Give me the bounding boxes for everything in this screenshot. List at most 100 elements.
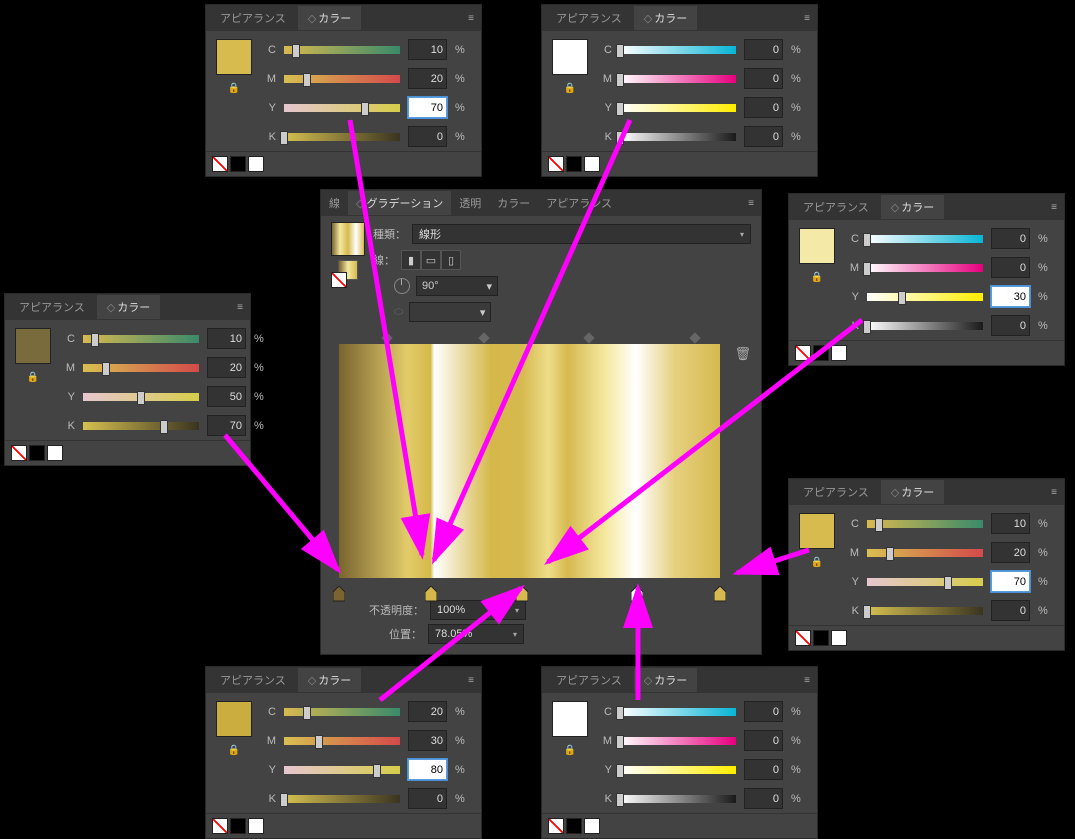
tab-transparency[interactable]: 透明: [451, 191, 489, 215]
value-K[interactable]: [408, 788, 447, 809]
panel-menu-icon[interactable]: ≡: [237, 302, 244, 313]
slider-C[interactable]: [284, 708, 400, 716]
fill-swatch[interactable]: [552, 701, 588, 737]
slider-Y[interactable]: [620, 766, 736, 774]
slider-M[interactable]: [867, 549, 983, 557]
slider-C[interactable]: [620, 46, 736, 54]
slider-M[interactable]: [284, 75, 400, 83]
value-K[interactable]: [991, 600, 1030, 621]
fill-swatch[interactable]: [799, 513, 835, 549]
slider-Y[interactable]: [284, 104, 400, 112]
gradient-stop-1[interactable]: [425, 586, 437, 600]
tab-appearance[interactable]: アピアランス: [793, 480, 879, 504]
value-C[interactable]: [991, 513, 1030, 534]
black-swatch[interactable]: [29, 445, 45, 461]
slider-Y[interactable]: [620, 104, 736, 112]
black-swatch[interactable]: [566, 156, 582, 172]
none-swatch[interactable]: [11, 445, 27, 461]
value-K[interactable]: [408, 126, 447, 147]
slider-Y[interactable]: [867, 578, 983, 586]
tab-appearance[interactable]: アピアランス: [9, 295, 95, 319]
slider-Y[interactable]: [83, 393, 199, 401]
stroke-mode-1[interactable]: ▮: [401, 250, 421, 270]
value-M[interactable]: [408, 68, 447, 89]
value-Y[interactable]: [744, 97, 783, 118]
slider-M[interactable]: [620, 75, 736, 83]
tab-appearance[interactable]: アピアランス: [793, 195, 879, 219]
tab-appearance[interactable]: アピアランス: [210, 6, 296, 30]
black-swatch[interactable]: [813, 630, 829, 646]
black-swatch[interactable]: [230, 156, 246, 172]
fill-swatch[interactable]: [552, 39, 588, 75]
value-C[interactable]: [408, 701, 447, 722]
none-swatch[interactable]: [212, 818, 228, 834]
value-K[interactable]: [207, 415, 246, 436]
tab-appearance[interactable]: アピアランス: [546, 6, 632, 30]
gradient-ramp[interactable]: [339, 344, 720, 578]
panel-menu-icon[interactable]: ≡: [468, 13, 475, 24]
value-C[interactable]: [744, 39, 783, 60]
fill-swatch[interactable]: [15, 328, 51, 364]
none-swatch[interactable]: [548, 156, 564, 172]
none-swatch[interactable]: [212, 156, 228, 172]
aspect-select[interactable]: ▾: [409, 302, 491, 322]
panel-menu-icon[interactable]: ≡: [468, 675, 475, 686]
black-swatch[interactable]: [230, 818, 246, 834]
slider-C[interactable]: [83, 335, 199, 343]
white-swatch[interactable]: [248, 156, 264, 172]
tab-color[interactable]: カラー: [489, 191, 538, 215]
value-Y[interactable]: [408, 97, 447, 118]
slider-K[interactable]: [284, 795, 400, 803]
slider-K[interactable]: [83, 422, 199, 430]
value-Y[interactable]: [207, 386, 246, 407]
slider-M[interactable]: [284, 737, 400, 745]
stroke-mode-2[interactable]: ▭: [421, 250, 441, 270]
value-C[interactable]: [744, 701, 783, 722]
slider-K[interactable]: [284, 133, 400, 141]
value-M[interactable]: [744, 68, 783, 89]
slider-K[interactable]: [867, 607, 983, 615]
gradient-stop-3[interactable]: [631, 586, 643, 600]
midpoint-2[interactable]: [479, 332, 490, 343]
none-swatch[interactable]: [548, 818, 564, 834]
value-M[interactable]: [408, 730, 447, 751]
white-swatch[interactable]: [47, 445, 63, 461]
white-swatch[interactable]: [248, 818, 264, 834]
gradient-stop-4[interactable]: [714, 586, 726, 600]
tab-color[interactable]: ◇カラー: [298, 6, 361, 30]
tab-stroke[interactable]: 線: [321, 191, 348, 215]
value-M[interactable]: [744, 730, 783, 751]
panel-menu-icon[interactable]: ≡: [1051, 487, 1058, 498]
black-swatch[interactable]: [813, 345, 829, 361]
white-swatch[interactable]: [584, 156, 600, 172]
gradient-preview-swatch[interactable]: [331, 222, 365, 256]
tab-color[interactable]: ◇カラー: [634, 668, 697, 692]
fill-swatch[interactable]: [216, 39, 252, 75]
value-C[interactable]: [408, 39, 447, 60]
white-swatch[interactable]: [831, 345, 847, 361]
none-swatch[interactable]: [795, 630, 811, 646]
slider-K[interactable]: [867, 322, 983, 330]
slider-M[interactable]: [867, 264, 983, 272]
slider-C[interactable]: [284, 46, 400, 54]
fill-swatch[interactable]: [799, 228, 835, 264]
value-Y[interactable]: [991, 286, 1030, 307]
white-swatch[interactable]: [831, 630, 847, 646]
value-Y[interactable]: [744, 759, 783, 780]
slider-K[interactable]: [620, 133, 736, 141]
slider-C[interactable]: [867, 235, 983, 243]
gradient-stop-0[interactable]: [333, 586, 345, 600]
tab-gradient[interactable]: ◇グラデーション: [348, 191, 451, 215]
tab-appearance[interactable]: アピアランス: [546, 668, 632, 692]
stroke-mode-3[interactable]: ▯: [441, 250, 461, 270]
value-K[interactable]: [744, 126, 783, 147]
panel-menu-icon[interactable]: ≡: [804, 13, 811, 24]
value-K[interactable]: [991, 315, 1030, 336]
value-M[interactable]: [207, 357, 246, 378]
opacity-select[interactable]: 100%▾: [430, 600, 526, 620]
slider-M[interactable]: [83, 364, 199, 372]
black-swatch[interactable]: [566, 818, 582, 834]
tab-appearance[interactable]: アピアランス: [210, 668, 296, 692]
slider-M[interactable]: [620, 737, 736, 745]
slider-K[interactable]: [620, 795, 736, 803]
